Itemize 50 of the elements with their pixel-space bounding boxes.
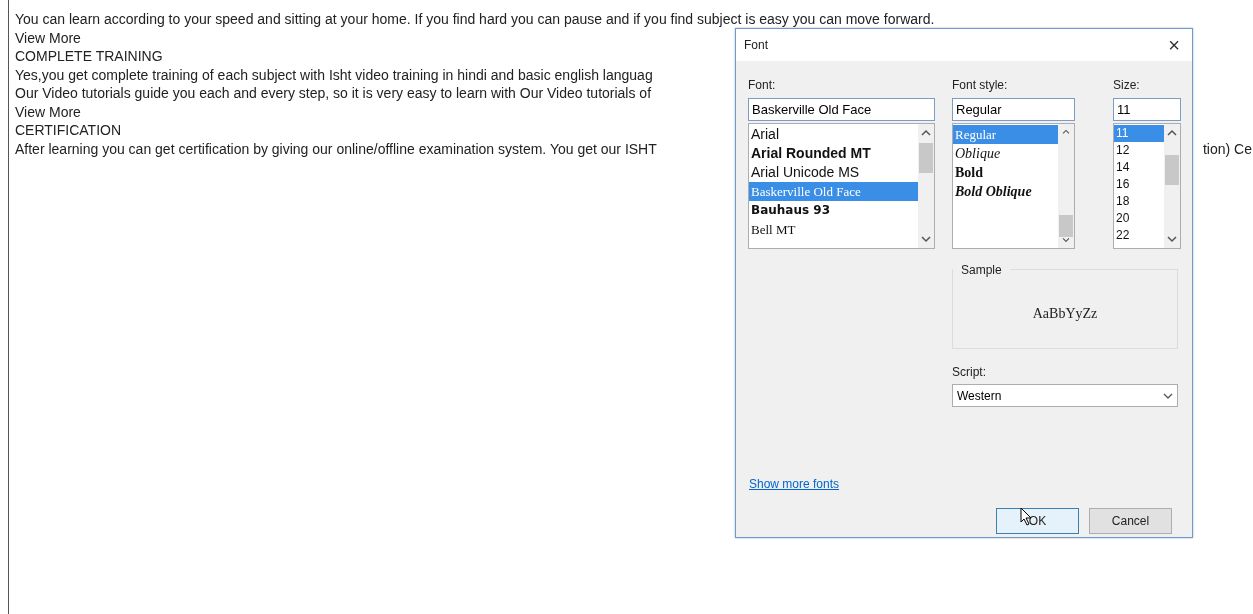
- list-item[interactable]: Bell MT: [749, 220, 918, 239]
- list-item[interactable]: Bold Oblique: [953, 182, 1058, 201]
- list-item[interactable]: 18: [1114, 193, 1164, 210]
- scroll-down-icon[interactable]: [921, 235, 931, 243]
- scrollbar[interactable]: [1058, 124, 1074, 248]
- list-item[interactable]: Arial: [749, 125, 918, 144]
- list-item[interactable]: Arial Unicode MS: [749, 163, 918, 182]
- scroll-thumb[interactable]: [1059, 214, 1073, 238]
- script-dropdown[interactable]: Western: [952, 384, 1178, 407]
- scroll-down-icon[interactable]: [1061, 237, 1071, 243]
- list-item[interactable]: 20: [1114, 210, 1164, 227]
- scrollbar[interactable]: [918, 124, 934, 248]
- ok-button[interactable]: OK: [996, 508, 1079, 534]
- field-label: Size:: [1113, 77, 1141, 94]
- list-item[interactable]: Bold: [953, 163, 1058, 182]
- list-item[interactable]: 12: [1114, 142, 1164, 159]
- dialog-title: Font: [744, 37, 768, 54]
- list-item[interactable]: 14: [1114, 159, 1164, 176]
- page-text: You can learn according to your speed and sitting at your home. If you find hard you can pause and if you find subject is easy you can move forward.: [15, 10, 935, 29]
- chevron-down-icon: [1163, 392, 1173, 399]
- page-text: After learning you can get certification by giving our online/offline examination system. You get our ISHT: [15, 139, 657, 158]
- scroll-up-icon[interactable]: [1061, 129, 1071, 135]
- page-text: tion) Ce: [1202, 139, 1252, 158]
- close-button[interactable]: ×: [1164, 35, 1184, 55]
- input-field[interactable]: Baskerville Old Face: [748, 98, 935, 121]
- input-field[interactable]: Regular: [952, 98, 1075, 121]
- scroll-thumb[interactable]: [1165, 155, 1179, 185]
- scrollbar[interactable]: [1164, 124, 1180, 248]
- page-text: CERTIFICATION: [15, 121, 122, 140]
- field-label: Font:: [748, 77, 777, 94]
- cancel-button[interactable]: Cancel: [1089, 508, 1172, 534]
- page-text: View More: [15, 102, 81, 121]
- sample-text: AaBbYyZz: [1032, 305, 1098, 323]
- page-text: Our Video tutorials guide you each and every step, so it is very easy to learn with Our Video tutorials of: [15, 84, 652, 103]
- page-text: View More: [15, 28, 81, 47]
- input-field[interactable]: 11: [1113, 98, 1181, 121]
- list-item[interactable]: Arial Rounded MT: [749, 144, 918, 163]
- show-more-fonts-link[interactable]: Show more fonts: [749, 475, 840, 493]
- scroll-up-icon[interactable]: [921, 129, 931, 137]
- field-label: Font style:: [952, 77, 1009, 94]
- scroll-thumb[interactable]: [919, 143, 933, 173]
- scroll-up-icon[interactable]: [1167, 129, 1177, 137]
- scroll-down-icon[interactable]: [1167, 235, 1177, 243]
- field-label: Script:: [952, 364, 987, 381]
- list-item[interactable]: Oblique: [953, 144, 1058, 163]
- page-text: Yes,you get complete training of each subject with Isht video training in hindi and basic english languag: [15, 65, 653, 84]
- list-item[interactable]: Bauhaus 93: [749, 201, 918, 220]
- list-item[interactable]: 16: [1114, 176, 1164, 193]
- list-item[interactable]: 22: [1114, 227, 1164, 244]
- page-text: COMPLETE TRAINING: [15, 47, 163, 66]
